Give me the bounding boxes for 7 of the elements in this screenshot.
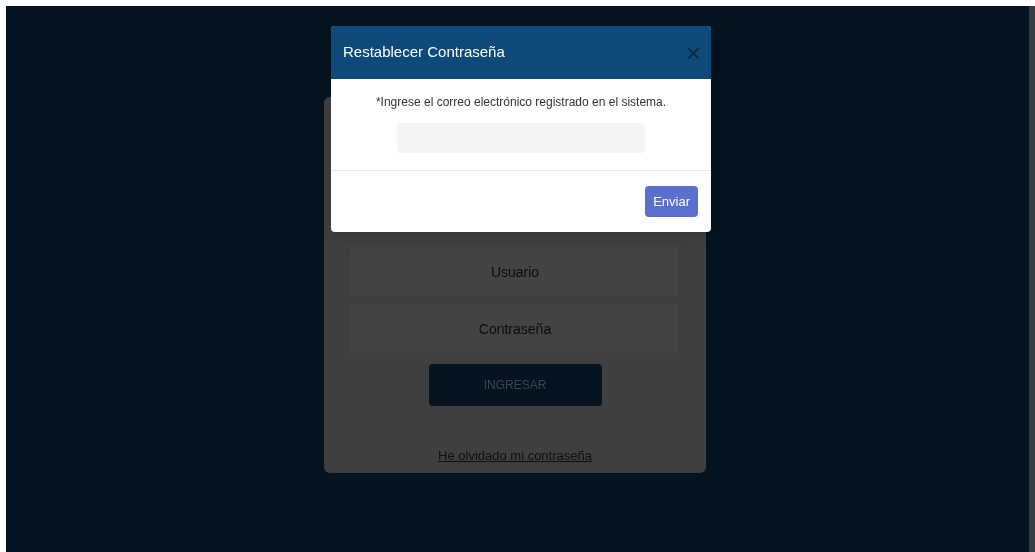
password-field[interactable]: Contraseña — [351, 304, 679, 353]
send-button[interactable]: Enviar — [645, 186, 698, 217]
dialog-title: Restablecer Contraseña — [343, 42, 505, 63]
login-button[interactable]: INGRESAR — [428, 364, 602, 406]
username-field[interactable]: Usuario — [351, 247, 679, 296]
close-button[interactable]: × — [685, 39, 701, 66]
instruction-text: *Ingrese el correo electrónico registrado en el sistema. — [375, 94, 667, 111]
